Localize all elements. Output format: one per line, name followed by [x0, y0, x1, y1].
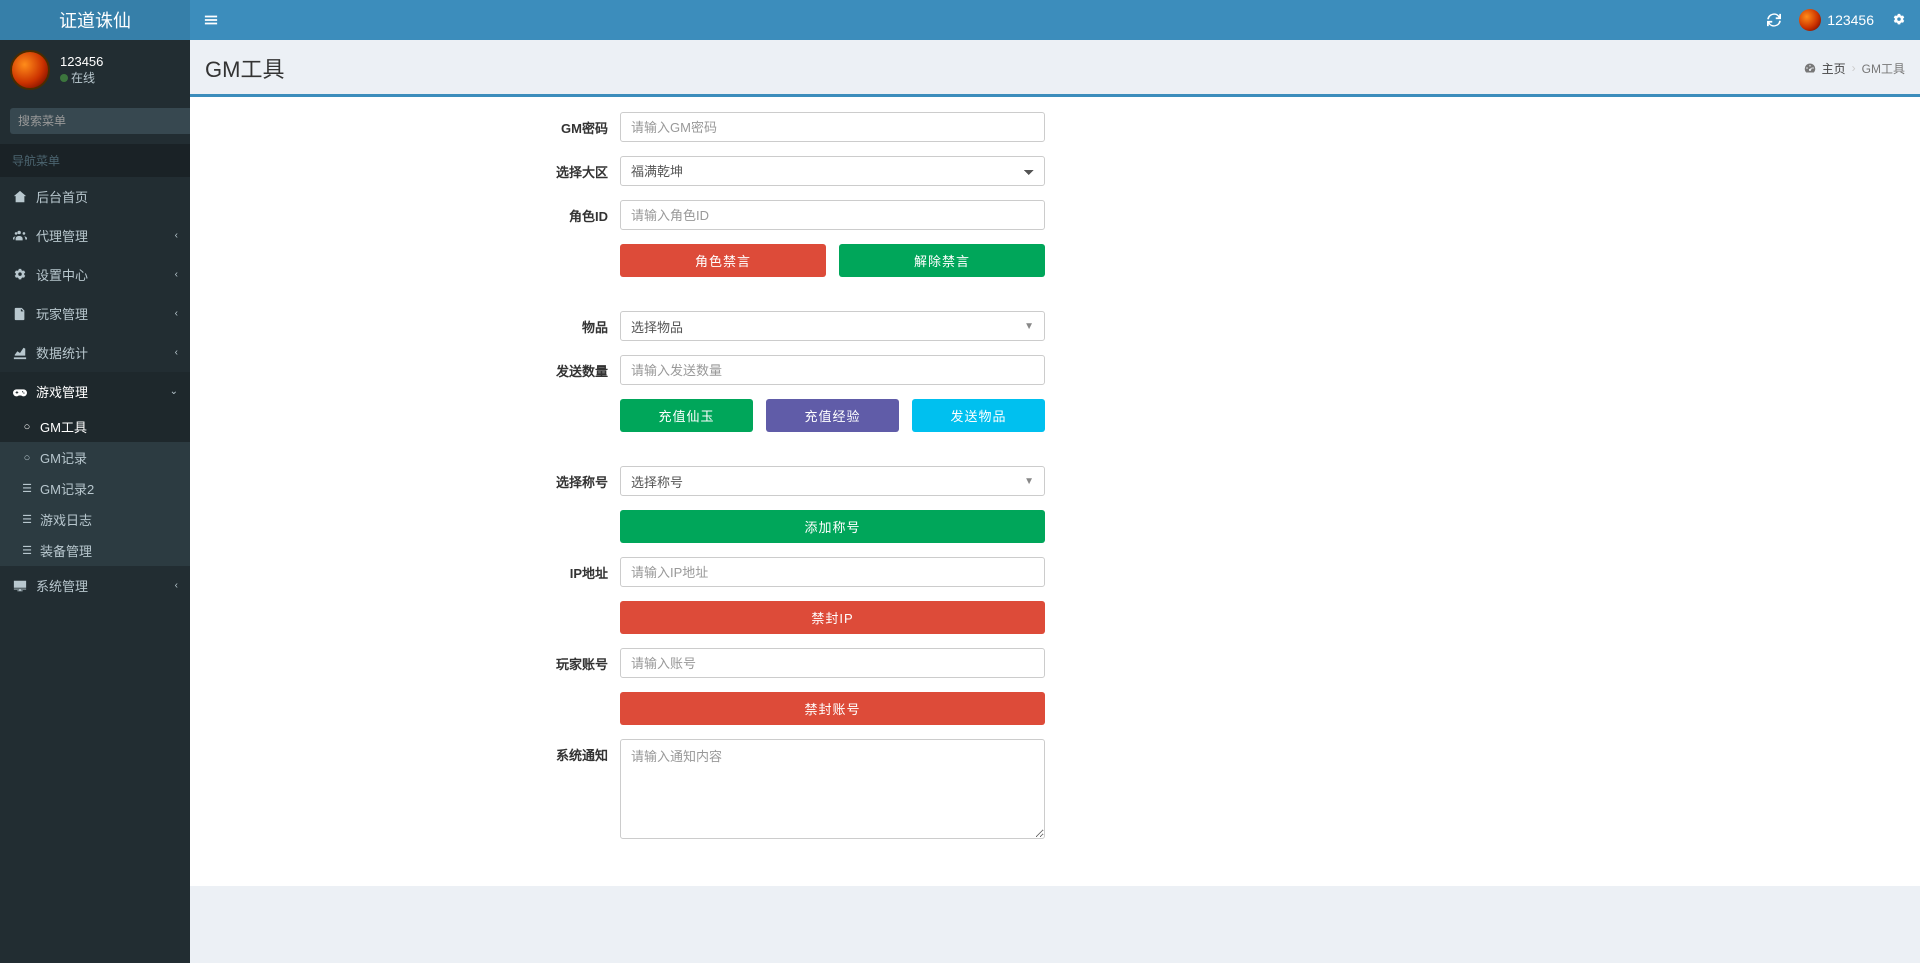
cogs-icon — [12, 268, 28, 282]
caret-down-icon: ▼ — [1024, 321, 1034, 332]
top-header: 123456 — [190, 0, 1920, 40]
select-item-placeholder: 选择物品 — [631, 317, 683, 336]
submenu-gm-log[interactable]: ○ GM记录 — [0, 442, 190, 473]
content-header: GM工具 主页 › GM工具 — [190, 40, 1920, 97]
search-input[interactable] — [10, 108, 181, 134]
label-notice: 系统通知 — [190, 739, 620, 764]
submenu-gm-log2[interactable]: ☰ GM记录2 — [0, 473, 190, 504]
sidebar-search — [10, 108, 180, 134]
label-gm-password: GM密码 — [190, 118, 620, 137]
btn-send-item[interactable]: 发送物品 — [912, 399, 1045, 432]
circle-icon: ○ — [20, 421, 34, 433]
sidebar-item-game[interactable]: 游戏管理 ⌄ ○ GM工具 ○ GM记录 ☰ GM记录2 ☰ 游戏日志 ☰ 装备管理 — [0, 372, 190, 566]
chevron-left-icon: ‹ — [175, 230, 178, 241]
breadcrumb-home[interactable]: 主页 — [1822, 60, 1846, 77]
chevron-left-icon: ‹ — [175, 308, 178, 319]
caret-down-icon: ▼ — [1024, 476, 1034, 487]
btn-recharge-jade[interactable]: 充值仙玉 — [620, 399, 753, 432]
input-ip[interactable] — [620, 557, 1045, 587]
chevron-down-icon: ⌄ — [170, 386, 178, 397]
list-icon: ☰ — [20, 482, 34, 495]
sidebar-item-agent[interactable]: 代理管理 ‹ — [0, 216, 190, 255]
file-icon — [12, 307, 28, 321]
game-submenu: ○ GM工具 ○ GM记录 ☰ GM记录2 ☰ 游戏日志 ☰ 装备管理 — [0, 411, 190, 566]
sidebar-item-home[interactable]: 后台首页 — [0, 177, 190, 216]
sidebar-item-label: 后台首页 — [36, 187, 178, 206]
chevron-left-icon: ‹ — [175, 347, 178, 358]
list-icon: ☰ — [20, 513, 34, 526]
list-icon: ☰ — [20, 544, 34, 557]
breadcrumb-current: GM工具 — [1862, 60, 1905, 77]
btn-ban-account[interactable]: 禁封账号 — [620, 692, 1045, 725]
breadcrumb: 主页 › GM工具 — [1804, 60, 1905, 77]
sidebar-item-label: 玩家管理 — [36, 304, 175, 323]
user-status: 在线 — [60, 69, 103, 86]
header-avatar-icon — [1799, 9, 1821, 31]
label-role-id: 角色ID — [190, 206, 620, 225]
input-gm-password[interactable] — [620, 112, 1045, 142]
sidebar-item-system[interactable]: 系统管理 ‹ — [0, 566, 190, 605]
input-send-count[interactable] — [620, 355, 1045, 385]
submenu-gm-tool[interactable]: ○ GM工具 — [0, 411, 190, 442]
submenu-label: GM工具 — [40, 417, 87, 436]
btn-mute-role[interactable]: 角色禁言 — [620, 244, 826, 277]
submenu-label: 装备管理 — [40, 541, 92, 560]
sidebar-item-label: 设置中心 — [36, 265, 175, 284]
refresh-icon[interactable] — [1767, 13, 1781, 27]
submenu-label: GM记录2 — [40, 479, 94, 498]
btn-ban-ip[interactable]: 禁封IP — [620, 601, 1045, 634]
submenu-label: 游戏日志 — [40, 510, 92, 529]
input-role-id[interactable] — [620, 200, 1045, 230]
chevron-left-icon: ‹ — [175, 269, 178, 280]
sidebar-item-stats[interactable]: 数据统计 ‹ — [0, 333, 190, 372]
gamepad-icon — [12, 385, 28, 399]
label-item: 物品 — [190, 317, 620, 336]
label-send-count: 发送数量 — [190, 361, 620, 380]
home-icon — [12, 190, 28, 204]
submenu-game-log[interactable]: ☰ 游戏日志 — [0, 504, 190, 535]
sidebar-menu: 后台首页 代理管理 ‹ 设置中心 ‹ — [0, 177, 190, 605]
select-title-placeholder: 选择称号 — [631, 472, 683, 491]
select-zone[interactable]: 福满乾坤 — [620, 156, 1045, 186]
status-dot-icon — [60, 74, 68, 82]
sidebar-item-label: 系统管理 — [36, 576, 175, 595]
btn-recharge-exp[interactable]: 充值经验 — [766, 399, 899, 432]
label-player-account: 玩家账号 — [190, 654, 620, 673]
settings-icon[interactable] — [1892, 13, 1906, 27]
label-ip: IP地址 — [190, 563, 620, 582]
user-name: 123456 — [60, 54, 103, 69]
user-avatar[interactable] — [10, 50, 50, 90]
users-icon — [12, 229, 28, 243]
dashboard-icon — [1804, 62, 1816, 74]
sidebar-item-settings[interactable]: 设置中心 ‹ — [0, 255, 190, 294]
nav-header: 导航菜单 — [0, 144, 190, 177]
btn-add-title[interactable]: 添加称号 — [620, 510, 1045, 543]
desktop-icon — [12, 579, 28, 593]
header-username: 123456 — [1827, 12, 1874, 28]
form-box: GM密码 选择大区 福满乾坤 角色ID — [190, 97, 1920, 886]
submenu-equip[interactable]: ☰ 装备管理 — [0, 535, 190, 566]
sidebar-item-label: 数据统计 — [36, 343, 175, 362]
breadcrumb-separator: › — [1852, 61, 1856, 75]
label-title: 选择称号 — [190, 472, 620, 491]
chevron-left-icon: ‹ — [175, 580, 178, 591]
sidebar-item-players[interactable]: 玩家管理 ‹ — [0, 294, 190, 333]
select-item[interactable]: 选择物品 ▼ — [620, 311, 1045, 341]
input-player-account[interactable] — [620, 648, 1045, 678]
sidebar: 证道诛仙 123456 在线 导航菜单 — [0, 0, 190, 963]
page-title: GM工具 — [205, 52, 284, 84]
btn-unmute-role[interactable]: 解除禁言 — [839, 244, 1045, 277]
label-zone: 选择大区 — [190, 162, 620, 181]
textarea-notice[interactable] — [620, 739, 1045, 839]
sidebar-item-label: 游戏管理 — [36, 382, 170, 401]
select-title[interactable]: 选择称号 ▼ — [620, 466, 1045, 496]
app-logo[interactable]: 证道诛仙 — [0, 0, 190, 40]
header-user[interactable]: 123456 — [1799, 9, 1874, 31]
user-panel: 123456 在线 — [0, 40, 190, 100]
chart-icon — [12, 346, 28, 360]
sidebar-item-label: 代理管理 — [36, 226, 175, 245]
circle-icon: ○ — [20, 452, 34, 464]
submenu-label: GM记录 — [40, 448, 87, 467]
sidebar-toggle[interactable] — [204, 13, 218, 27]
